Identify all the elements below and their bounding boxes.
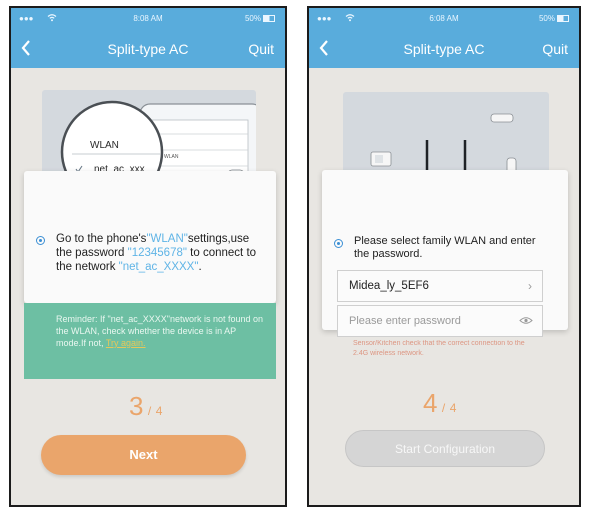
- next-button[interactable]: Next: [41, 435, 246, 475]
- battery-icon: [557, 15, 569, 22]
- battery-level: 50%: [244, 14, 261, 23]
- connection-note: Sensor/Kitchen check that the correct co…: [353, 340, 525, 357]
- instruction-part: to connect: [190, 247, 244, 259]
- wlan-magnified-label: WLAN: [90, 140, 119, 151]
- nav-bar: Split-type AC Quit: [11, 30, 285, 68]
- eye-icon[interactable]: [519, 316, 533, 328]
- radio-selected-icon: [334, 239, 343, 248]
- ssid-select[interactable]: Midea_ly_5EF6 ›: [337, 270, 543, 302]
- status-bar: ●●● 6:08 AM 50%: [309, 8, 579, 30]
- step-current: 3: [129, 391, 144, 421]
- step-separator: /: [147, 404, 152, 418]
- instruction-part: .: [198, 261, 202, 273]
- wlan-small-label: WLAN: [164, 154, 179, 160]
- battery-icon: [263, 15, 275, 22]
- battery-indicator: 50%: [539, 14, 569, 23]
- instruction-part: settings,use: [187, 233, 250, 245]
- start-configuration-button[interactable]: Start Configuration: [345, 430, 545, 467]
- try-again-link[interactable]: Try again.: [106, 338, 146, 348]
- battery-level: 50%: [538, 14, 555, 23]
- instruction-card: Go to the phone's"WLAN"settings,use the …: [24, 171, 276, 303]
- quit-button[interactable]: Quit: [248, 41, 274, 57]
- reminder-banner: Reminder: If "net_ac_XXXX"network is not…: [24, 303, 276, 379]
- instruction-text: Please select family WLAN and enter the …: [354, 235, 536, 260]
- chevron-right-icon: ›: [528, 279, 532, 293]
- step-total: 4: [155, 404, 163, 418]
- battery-indicator: 50%: [245, 14, 275, 23]
- password-placeholder: Please enter password: [349, 315, 461, 327]
- password-field[interactable]: Please enter password: [337, 305, 543, 337]
- phone-screen-step-3: ●●● 8:08 AM 50% Split-type AC Quit WLAN …: [9, 6, 287, 507]
- phone-screen-step-4: ●●● 6:08 AM 50% Split-type AC Quit Pleas…: [307, 6, 581, 507]
- instruction-text: Go to the phone's"WLAN"settings,use the …: [56, 232, 268, 274]
- page-title: Split-type AC: [403, 41, 485, 57]
- nav-bar: Split-type AC Quit: [309, 30, 579, 68]
- page-title: Split-type AC: [107, 41, 189, 57]
- reminder-text: Reminder: If "net_ac_XXXX"network is not…: [56, 314, 264, 348]
- status-bar: ●●● 8:08 AM 50%: [11, 8, 285, 30]
- step-indicator: 4 / 4: [423, 388, 456, 419]
- instruction-part: Go to the phone's: [56, 233, 147, 245]
- password-highlight: "12345678": [127, 247, 187, 259]
- status-time: 8:08 AM: [133, 14, 163, 23]
- instruction-part: the password: [56, 247, 125, 259]
- step-separator: /: [441, 401, 446, 415]
- radio-selected-icon: [36, 236, 45, 245]
- wlan-highlight: "WLAN": [146, 233, 188, 245]
- quit-button[interactable]: Quit: [542, 41, 568, 57]
- network-highlight: "net_ac_XXXX": [118, 261, 199, 273]
- step-indicator: 3 / 4: [129, 391, 162, 422]
- step-total: 4: [449, 401, 457, 415]
- ssid-value: Midea_ly_5EF6: [349, 280, 429, 292]
- step-current: 4: [423, 388, 438, 418]
